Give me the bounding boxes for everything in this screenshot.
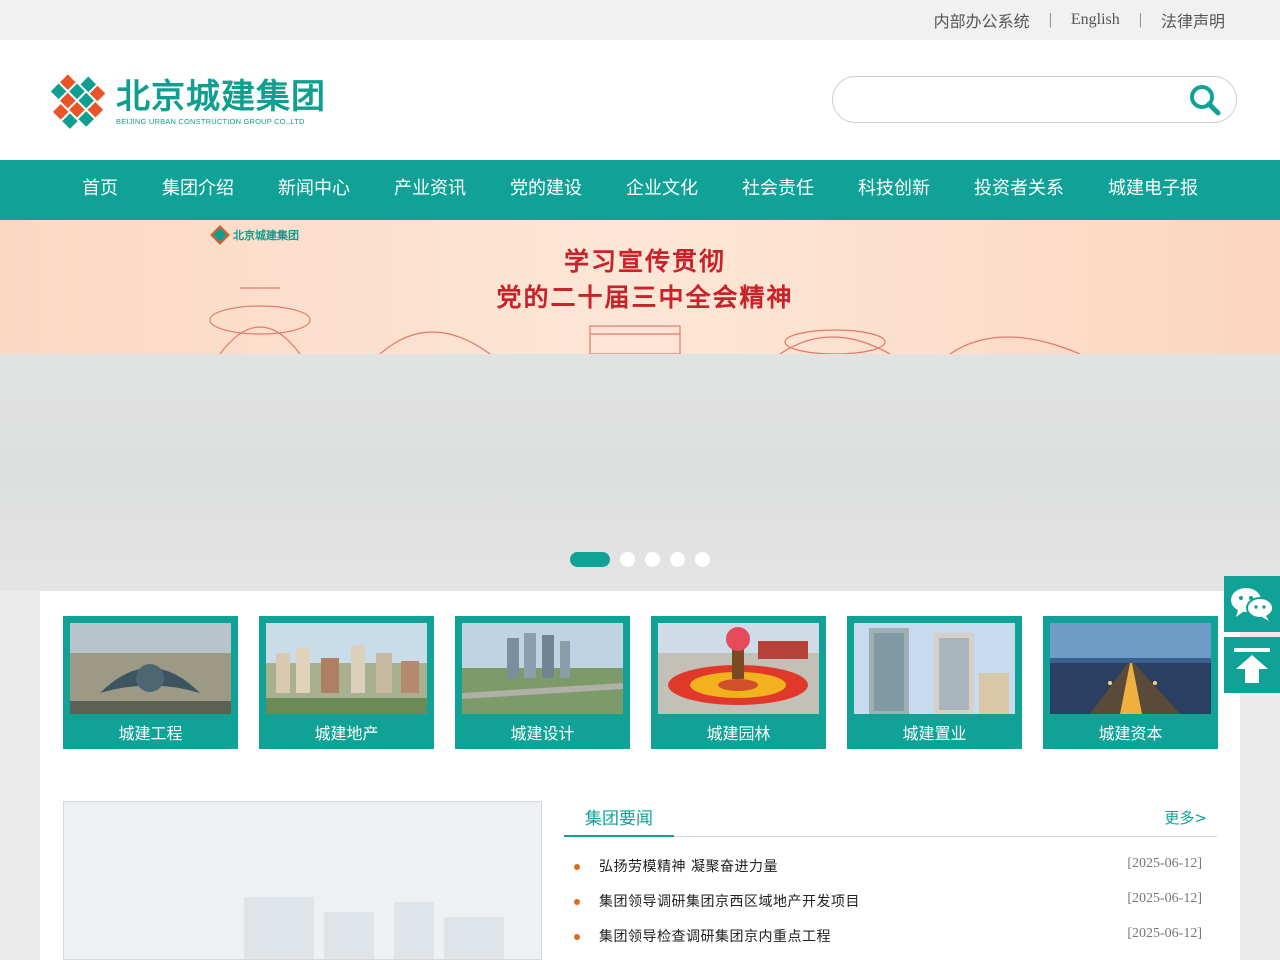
banner-logo: 北京城建集团 (210, 225, 299, 245)
tile-engineering[interactable]: 城建工程 (63, 616, 238, 749)
news-list: 弘扬劳模精神 凝聚奋进力量 [2025-06-12] 集团领导调研集团京西区域地… (564, 856, 1217, 960)
news-title[interactable]: 集团领导调研集团京西区域地产开发项目 (599, 891, 860, 911)
link-office-system[interactable]: 内部办公系统 (934, 8, 1030, 32)
separator: | (1138, 11, 1142, 28)
slider-dot[interactable] (670, 552, 685, 567)
tile-label: 城建工程 (118, 724, 183, 743)
flower-basket-photo-icon (658, 623, 819, 714)
office-tower-photo-icon (854, 623, 1015, 714)
tile-label: 城建资本 (1098, 724, 1163, 743)
back-to-top-button[interactable] (1224, 637, 1280, 693)
utility-links: 内部办公系统 | English | 法律声明 (934, 0, 1225, 40)
promo-banner[interactable]: 北京城建集团 学习宣传贯彻 党的二十届三中全会精神 (0, 220, 1280, 354)
nav-item-innovation[interactable]: 科技创新 (836, 160, 952, 220)
slider-dot-active[interactable] (570, 552, 610, 567)
news-tab-title[interactable]: 集团要闻 (564, 801, 674, 837)
nav-item-industry[interactable]: 产业资讯 (372, 160, 488, 220)
content-panel: 城建工程 城建地产 城建设计 城建园林 城建置业 城建资本 集团要闻 更多> 弘… (40, 591, 1240, 960)
list-item: 集团领导检查调研集团京内重点工程 [2025-06-12] (564, 926, 1217, 960)
wechat-button[interactable] (1224, 576, 1280, 632)
residential-photo-icon (266, 623, 427, 714)
slider-dots (570, 552, 720, 567)
city-skyline-photo-icon (64, 802, 541, 959)
business-tiles: 城建工程 城建地产 城建设计 城建园林 城建置业 城建资本 (63, 616, 1239, 749)
tile-label: 城建置业 (902, 724, 967, 743)
banner-logo-text: 北京城建集团 (233, 229, 299, 242)
tile-property[interactable]: 城建置业 (847, 616, 1022, 749)
slider-dot[interactable] (695, 552, 710, 567)
news-photo[interactable] (63, 801, 542, 960)
link-english[interactable]: English (1071, 11, 1120, 29)
nav-item-enewspaper[interactable]: 城建电子报 (1086, 160, 1220, 220)
logo-text-cn: 北京城建集团 (116, 77, 326, 117)
tile-design[interactable]: 城建设计 (455, 616, 630, 749)
search-box (832, 76, 1237, 123)
bridge-night-photo-icon (1050, 623, 1211, 714)
airport-photo-icon (70, 623, 231, 714)
logo-mark-icon (50, 74, 106, 129)
city-design-photo-icon (462, 623, 623, 714)
list-item: 集团领导调研集团京西区域地产开发项目 [2025-06-12] (564, 891, 1217, 926)
search-input[interactable] (851, 85, 1181, 115)
logo-text-en: BEIJING URBAN CONSTRUCTION GROUP CO.,LTD (116, 117, 305, 126)
news-title[interactable]: 弘扬劳模精神 凝聚奋进力量 (599, 856, 778, 876)
separator: | (1048, 11, 1052, 28)
header: 北京城建集团 BEIJING URBAN CONSTRUCTION GROUP … (0, 40, 1280, 160)
tile-landscape[interactable]: 城建园林 (651, 616, 826, 749)
list-item: 弘扬劳模精神 凝聚奋进力量 [2025-06-12] (564, 856, 1217, 891)
news-date: [2025-06-12] (1127, 856, 1202, 871)
news-header: 集团要闻 更多> (564, 801, 1217, 837)
bullet-icon (574, 864, 580, 870)
nav-item-home[interactable]: 首页 (60, 160, 140, 220)
tile-label: 城建地产 (314, 724, 379, 743)
link-legal[interactable]: 法律声明 (1161, 8, 1225, 32)
news-title[interactable]: 集团领导检查调研集团京内重点工程 (599, 926, 831, 946)
nav-item-about[interactable]: 集团介绍 (140, 160, 256, 220)
hero-slider[interactable] (0, 354, 1280, 591)
site-logo[interactable]: 北京城建集团 BEIJING URBAN CONSTRUCTION GROUP … (46, 70, 336, 134)
main-nav: 首页 集团介绍 新闻中心 产业资讯 党的建设 企业文化 社会责任 科技创新 投资… (0, 160, 1280, 220)
bullet-icon (574, 934, 580, 940)
top-utility-bar: 内部办公系统 | English | 法律声明 (0, 0, 1280, 40)
search-icon[interactable] (1188, 84, 1222, 116)
group-news: 集团要闻 更多> 弘扬劳模精神 凝聚奋进力量 [2025-06-12] 集团领导… (564, 801, 1217, 960)
nav-item-responsibility[interactable]: 社会责任 (720, 160, 836, 220)
nav-item-party[interactable]: 党的建设 (488, 160, 604, 220)
tile-real-estate[interactable]: 城建地产 (259, 616, 434, 749)
nav-item-culture[interactable]: 企业文化 (604, 160, 720, 220)
nav-item-news[interactable]: 新闻中心 (256, 160, 372, 220)
tile-capital[interactable]: 城建资本 (1043, 616, 1218, 749)
back-to-top-icon (1234, 648, 1270, 683)
wechat-icon (1231, 588, 1274, 621)
nav-item-investors[interactable]: 投资者关系 (952, 160, 1086, 220)
banner-headline-1: 学习宣传贯彻 (563, 247, 726, 276)
slider-dot[interactable] (620, 552, 635, 567)
tile-label: 城建园林 (706, 724, 771, 743)
slider-dot[interactable] (645, 552, 660, 567)
news-date: [2025-06-12] (1127, 891, 1202, 906)
news-more-link[interactable]: 更多> (1164, 807, 1207, 828)
landmark-lineart-icon (209, 287, 1081, 354)
tile-label: 城建设计 (510, 724, 575, 743)
bullet-icon (574, 899, 580, 905)
news-date: [2025-06-12] (1127, 926, 1202, 941)
